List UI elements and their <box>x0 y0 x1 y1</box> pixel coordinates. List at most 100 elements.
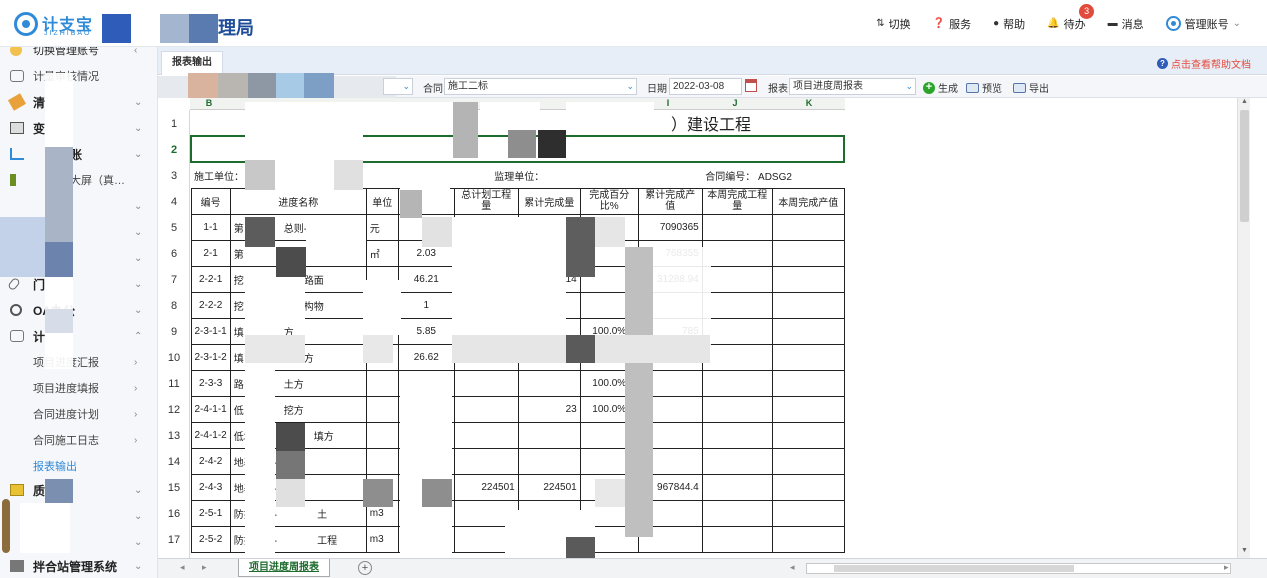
table-cell[interactable] <box>701 213 773 241</box>
table-cell[interactable] <box>771 499 845 527</box>
row-number[interactable]: 13 <box>158 430 190 442</box>
help-doc-link[interactable]: ? 点击查看帮助文档 <box>1157 56 1251 71</box>
table-cell[interactable]: m3 <box>365 525 399 553</box>
export-button[interactable]: 导出 <box>1013 80 1049 95</box>
row-number[interactable]: 8 <box>158 300 190 312</box>
scroll-left-icon[interactable]: ◂ <box>790 562 795 573</box>
table-cell[interactable] <box>701 343 773 371</box>
row-number[interactable]: 17 <box>158 534 190 546</box>
header-cell[interactable]: 本周完成产值 <box>771 187 845 215</box>
vertical-scrollbar[interactable]: ▲ ▼ <box>1237 98 1250 558</box>
table-cell[interactable]: 26.62 <box>397 343 455 371</box>
sidebar-item-report-output[interactable]: 报表输出 <box>0 453 157 479</box>
column-header-j[interactable]: J <box>697 98 773 110</box>
table-cell[interactable]: 2-3-3 <box>190 369 231 397</box>
table-cell[interactable] <box>771 213 845 241</box>
table-cell[interactable] <box>365 395 399 423</box>
table-cell[interactable] <box>771 291 845 319</box>
sheet-tab-weekly-report[interactable]: 项目进度周报表 <box>238 559 330 577</box>
row-number[interactable]: 5 <box>158 222 190 234</box>
table-cell[interactable]: 2-3-1-1 <box>190 317 231 345</box>
table-cell[interactable] <box>701 317 773 345</box>
service-button[interactable]: ❓ 服务 <box>933 16 971 32</box>
table-cell[interactable] <box>701 265 773 293</box>
sidebar-item-group-7[interactable]: ⌄ <box>0 193 157 219</box>
sidebar-item-quality[interactable]: 质 ⌄ <box>0 477 157 503</box>
row-number[interactable]: 1 <box>158 118 190 130</box>
table-cell[interactable] <box>771 239 845 267</box>
table-cell[interactable]: 2-2-2 <box>190 291 231 319</box>
table-cell[interactable] <box>701 525 773 553</box>
table-cell[interactable] <box>771 343 845 371</box>
table-cell[interactable]: 224501 <box>453 473 519 501</box>
table-cell[interactable]: 2-4-1-2 <box>190 421 231 449</box>
tab-report-output[interactable]: 报表输出 <box>161 51 223 75</box>
header-cell[interactable]: 完成百分比% <box>579 187 639 215</box>
table-cell[interactable]: 2-5-2 <box>190 525 231 553</box>
table-cell[interactable]: 1 <box>397 291 455 319</box>
table-cell[interactable] <box>701 291 773 319</box>
sidebar-item-account[interactable]: 账 ⌄ <box>0 141 157 167</box>
table-cell[interactable] <box>517 447 581 475</box>
switch-button[interactable]: ⇅ 切换 <box>876 16 910 32</box>
table-cell[interactable] <box>701 499 773 527</box>
sidebar-item-construction-log[interactable]: 合同施工日志 › <box>0 427 157 453</box>
table-cell[interactable] <box>771 447 845 475</box>
sidebar-item-switch-account[interactable]: 切换管理账号 ‹ <box>0 47 157 63</box>
next-sheet-icon[interactable]: ▸ <box>202 562 207 573</box>
table-cell[interactable]: 元 <box>365 213 399 241</box>
table-cell[interactable] <box>701 473 773 501</box>
scroll-down-icon[interactable]: ▼ <box>1238 547 1251 558</box>
sidebar-item-progress-fill[interactable]: 项目进度填报 › <box>0 375 157 401</box>
contract-select[interactable]: 施工二标 ⌄ <box>444 78 637 95</box>
table-cell[interactable] <box>771 395 845 423</box>
row-number[interactable]: 6 <box>158 248 190 260</box>
table-cell[interactable]: 7090365 <box>637 213 703 241</box>
column-header-k[interactable]: K <box>773 98 845 110</box>
table-cell[interactable] <box>701 447 773 475</box>
table-cell[interactable] <box>771 369 845 397</box>
sidebar-item-progress-report[interactable]: 项目进度汇报 › <box>0 349 157 375</box>
table-cell[interactable] <box>701 395 773 423</box>
table-cell[interactable] <box>365 421 399 449</box>
sidebar-item-bill[interactable]: 清 ⌄ <box>0 89 157 115</box>
row-number[interactable]: 14 <box>158 456 190 468</box>
todo-button[interactable]: 🔔 待办 3 <box>1047 3 1095 32</box>
row-number[interactable]: 2 <box>158 144 190 156</box>
account-button[interactable]: 管理账号 ⌄ <box>1165 16 1241 32</box>
table-cell[interactable]: 2-5-1 <box>190 499 231 527</box>
calendar-icon[interactable] <box>745 79 757 92</box>
table-cell[interactable] <box>771 473 845 501</box>
header-cell[interactable]: 累计完成产值 <box>637 187 703 215</box>
table-cell[interactable] <box>771 265 845 293</box>
table-cell[interactable] <box>771 317 845 345</box>
table-cell[interactable] <box>517 421 581 449</box>
table-cell[interactable]: 2-2-1 <box>190 265 231 293</box>
sidebar-item-contract-plan[interactable]: 合同进度计划 › <box>0 401 157 427</box>
header-cell[interactable]: 本周完成工程量 <box>701 187 773 215</box>
table-cell[interactable]: 2-4-2 <box>190 447 231 475</box>
header-cell[interactable]: 编号 <box>190 187 231 215</box>
header-cell[interactable]: 单位 <box>365 187 399 215</box>
header-cell[interactable]: 进度名称 <box>229 187 367 215</box>
table-cell[interactable]: 2-3-1-2 <box>190 343 231 371</box>
table-cell[interactable] <box>453 369 519 397</box>
table-cell[interactable]: 2-1 <box>190 239 231 267</box>
table-cell[interactable]: 1-1 <box>190 213 231 241</box>
header-cell[interactable]: 总计划工程量 <box>453 187 519 215</box>
sidebar-item-mixing-station[interactable]: 拌合站管理系统 ⌄ <box>0 553 157 578</box>
preview-button[interactable]: 预览 <box>966 80 1002 95</box>
table-cell[interactable] <box>453 395 519 423</box>
table-cell[interactable]: 23 <box>517 395 581 423</box>
table-cell[interactable] <box>771 421 845 449</box>
table-cell[interactable]: 224501 <box>517 473 581 501</box>
sidebar-item-plan[interactable]: 计 ⌃ <box>0 323 157 349</box>
add-sheet-icon[interactable]: + <box>358 561 372 575</box>
report-select[interactable]: 项目进度周报表 ⌄ <box>789 78 916 95</box>
header-cell[interactable]: 累计完成量 <box>517 187 581 215</box>
table-cell[interactable] <box>701 239 773 267</box>
table-cell[interactable] <box>701 369 773 397</box>
date-input[interactable]: 2022-03-08 <box>669 78 742 95</box>
table-cell[interactable]: ㎡ <box>365 239 399 267</box>
table-cell[interactable] <box>771 525 845 553</box>
